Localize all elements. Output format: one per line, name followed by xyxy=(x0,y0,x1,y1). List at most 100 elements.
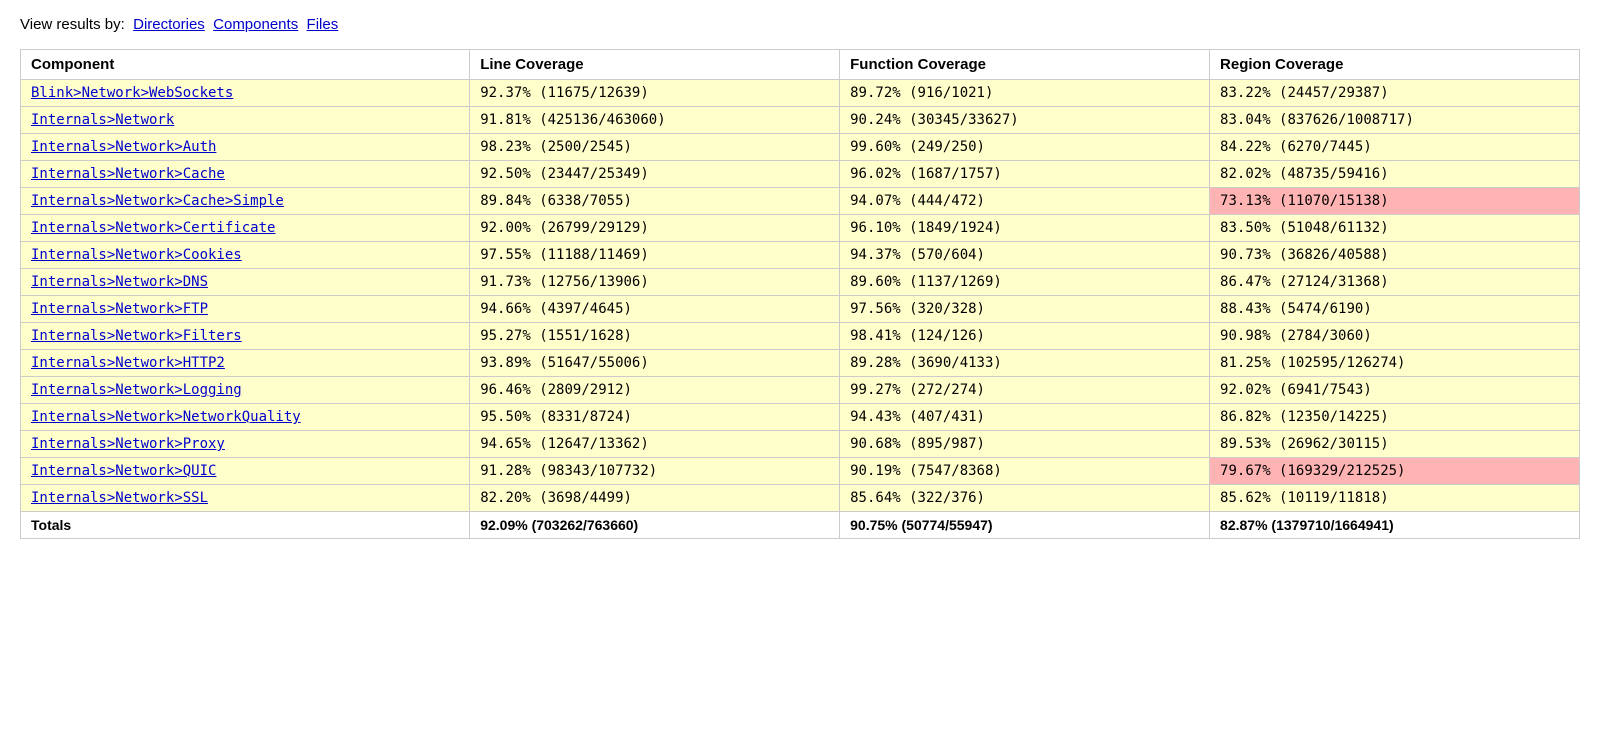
component-link[interactable]: Internals>Network>NetworkQuality xyxy=(31,409,301,425)
component-cell: Internals>Network>Cookies xyxy=(21,242,470,269)
region-coverage-cell: 81.25% (102595/126274) xyxy=(1210,350,1580,377)
files-link[interactable]: Files xyxy=(307,16,339,33)
table-row: Internals>Network>NetworkQuality 95.50% (… xyxy=(21,404,1580,431)
component-link[interactable]: Internals>Network>Cookies xyxy=(31,247,242,263)
function-coverage-cell: 99.27% (272/274) xyxy=(840,377,1210,404)
component-cell: Internals>Network>Cache xyxy=(21,161,470,188)
line-coverage-cell: 95.27% (1551/1628) xyxy=(470,323,840,350)
totals-row: Totals92.09% (703262/763660)90.75% (5077… xyxy=(21,512,1580,539)
component-cell: Internals>Network>HTTP2 xyxy=(21,350,470,377)
region-coverage-cell: 89.53% (26962/30115) xyxy=(1210,431,1580,458)
table-row: Internals>Network>Filters 95.27% (1551/16… xyxy=(21,323,1580,350)
function-coverage-cell: 94.07% (444/472) xyxy=(840,188,1210,215)
region-coverage-cell: 90.73% (36826/40588) xyxy=(1210,242,1580,269)
function-coverage-cell: 96.02% (1687/1757) xyxy=(840,161,1210,188)
component-link[interactable]: Internals>Network>Auth xyxy=(31,139,216,155)
component-link[interactable]: Blink>Network>WebSockets xyxy=(31,85,233,101)
component-link[interactable]: Internals>Network>Filters xyxy=(31,328,242,344)
table-row: Internals>Network>Cache 92.50% (23447/253… xyxy=(21,161,1580,188)
region-coverage-cell: 92.02% (6941/7543) xyxy=(1210,377,1580,404)
region-coverage-cell: 83.50% (51048/61132) xyxy=(1210,215,1580,242)
table-row: Internals>Network>DNS91.73% (12756/13906… xyxy=(21,269,1580,296)
region-coverage-cell: 86.47% (27124/31368) xyxy=(1210,269,1580,296)
region-coverage-cell: 82.02% (48735/59416) xyxy=(1210,161,1580,188)
function-coverage-cell: 94.43% (407/431) xyxy=(840,404,1210,431)
header-function-coverage: Function Coverage xyxy=(840,50,1210,80)
line-coverage-cell: 92.37% (11675/12639) xyxy=(470,80,840,107)
table-row: Internals>Network>Cache>Simple 89.84% (63… xyxy=(21,188,1580,215)
region-coverage-cell: 84.22% (6270/7445) xyxy=(1210,134,1580,161)
component-cell: Internals>Network>SSL xyxy=(21,485,470,512)
region-coverage-cell: 79.67% (169329/212525) xyxy=(1210,458,1580,485)
table-row: Internals>Network>HTTP293.89% (51647/550… xyxy=(21,350,1580,377)
components-link[interactable]: Components xyxy=(213,16,298,33)
header-region-coverage: Region Coverage xyxy=(1210,50,1580,80)
component-link[interactable]: Internals>Network>Proxy xyxy=(31,436,225,452)
coverage-table: Component Line Coverage Function Coverag… xyxy=(20,49,1580,539)
region-coverage-cell: 73.13% (11070/15138) xyxy=(1210,188,1580,215)
header-component: Component xyxy=(21,50,470,80)
region-coverage-cell: 90.98% (2784/3060) xyxy=(1210,323,1580,350)
function-coverage-cell: 90.24% (30345/33627) xyxy=(840,107,1210,134)
component-cell: Internals>Network>FTP xyxy=(21,296,470,323)
component-link[interactable]: Internals>Network>Cache>Simple xyxy=(31,193,284,209)
table-row: Internals>Network>Cookies 97.55% (11188/1… xyxy=(21,242,1580,269)
component-link[interactable]: Internals>Network>SSL xyxy=(31,490,208,506)
table-row: Internals>Network>SSL 82.20% (3698/4499) 8… xyxy=(21,485,1580,512)
table-row: Internals>Network>QUIC 91.28% (98343/1077… xyxy=(21,458,1580,485)
line-coverage-cell: 91.81% (425136/463060) xyxy=(470,107,840,134)
line-coverage-cell: 82.20% (3698/4499) xyxy=(470,485,840,512)
function-coverage-cell: 90.68% (895/987) xyxy=(840,431,1210,458)
line-coverage-cell: 94.66% (4397/4645) xyxy=(470,296,840,323)
line-coverage-cell: 92.50% (23447/25349) xyxy=(470,161,840,188)
component-link[interactable]: Internals>Network>Cache xyxy=(31,166,225,182)
totals-line: 92.09% (703262/763660) xyxy=(470,512,840,539)
component-cell: Internals>Network xyxy=(21,107,470,134)
component-cell: Internals>Network>DNS xyxy=(21,269,470,296)
component-cell: Internals>Network>Cache>Simple xyxy=(21,188,470,215)
line-coverage-cell: 91.28% (98343/107732) xyxy=(470,458,840,485)
component-link[interactable]: Internals>Network>Certificate xyxy=(31,220,275,236)
table-row: Internals>Network>Certificate 92.00% (267… xyxy=(21,215,1580,242)
line-coverage-cell: 95.50% (8331/8724) xyxy=(470,404,840,431)
totals-region: 82.87% (1379710/1664941) xyxy=(1210,512,1580,539)
function-coverage-cell: 98.41% (124/126) xyxy=(840,323,1210,350)
line-coverage-cell: 92.00% (26799/29129) xyxy=(470,215,840,242)
function-coverage-cell: 99.60% (249/250) xyxy=(840,134,1210,161)
component-link[interactable]: Internals>Network xyxy=(31,112,174,128)
region-coverage-cell: 86.82% (12350/14225) xyxy=(1210,404,1580,431)
component-link[interactable]: Internals>Network>Logging xyxy=(31,382,242,398)
component-link[interactable]: Internals>Network>QUIC xyxy=(31,463,216,479)
view-results-bar: View results by: Directories Components … xyxy=(20,16,1580,33)
component-cell: Internals>Network>NetworkQuality xyxy=(21,404,470,431)
component-cell: Internals>Network>Proxy xyxy=(21,431,470,458)
line-coverage-cell: 98.23% (2500/2545) xyxy=(470,134,840,161)
function-coverage-cell: 94.37% (570/604) xyxy=(840,242,1210,269)
totals-function: 90.75% (50774/55947) xyxy=(840,512,1210,539)
function-coverage-cell: 97.56% (320/328) xyxy=(840,296,1210,323)
region-coverage-cell: 85.62% (10119/11818) xyxy=(1210,485,1580,512)
region-coverage-cell: 88.43% (5474/6190) xyxy=(1210,296,1580,323)
component-link[interactable]: Internals>Network>HTTP2 xyxy=(31,355,225,371)
function-coverage-cell: 89.60% (1137/1269) xyxy=(840,269,1210,296)
table-row: Internals>Network 91.81% (425136/463060)9… xyxy=(21,107,1580,134)
view-results-label: View results by: xyxy=(20,16,125,33)
component-link[interactable]: Internals>Network>FTP xyxy=(31,301,208,317)
component-cell: Internals>Network>Logging xyxy=(21,377,470,404)
line-coverage-cell: 94.65% (12647/13362) xyxy=(470,431,840,458)
line-coverage-cell: 89.84% (6338/7055) xyxy=(470,188,840,215)
directories-link[interactable]: Directories xyxy=(133,16,205,33)
line-coverage-cell: 97.55% (11188/11469) xyxy=(470,242,840,269)
component-cell: Internals>Network>Filters xyxy=(21,323,470,350)
table-row: Internals>Network>Auth 98.23% (2500/2545)… xyxy=(21,134,1580,161)
function-coverage-cell: 89.72% (916/1021) xyxy=(840,80,1210,107)
component-cell: Internals>Network>Auth xyxy=(21,134,470,161)
header-line-coverage: Line Coverage xyxy=(470,50,840,80)
component-cell: Blink>Network>WebSockets xyxy=(21,80,470,107)
line-coverage-cell: 96.46% (2809/2912) xyxy=(470,377,840,404)
function-coverage-cell: 96.10% (1849/1924) xyxy=(840,215,1210,242)
table-row: Internals>Network>FTP 94.66% (4397/4645)9… xyxy=(21,296,1580,323)
function-coverage-cell: 90.19% (7547/8368) xyxy=(840,458,1210,485)
component-link[interactable]: Internals>Network>DNS xyxy=(31,274,208,290)
component-cell: Internals>Network>Certificate xyxy=(21,215,470,242)
